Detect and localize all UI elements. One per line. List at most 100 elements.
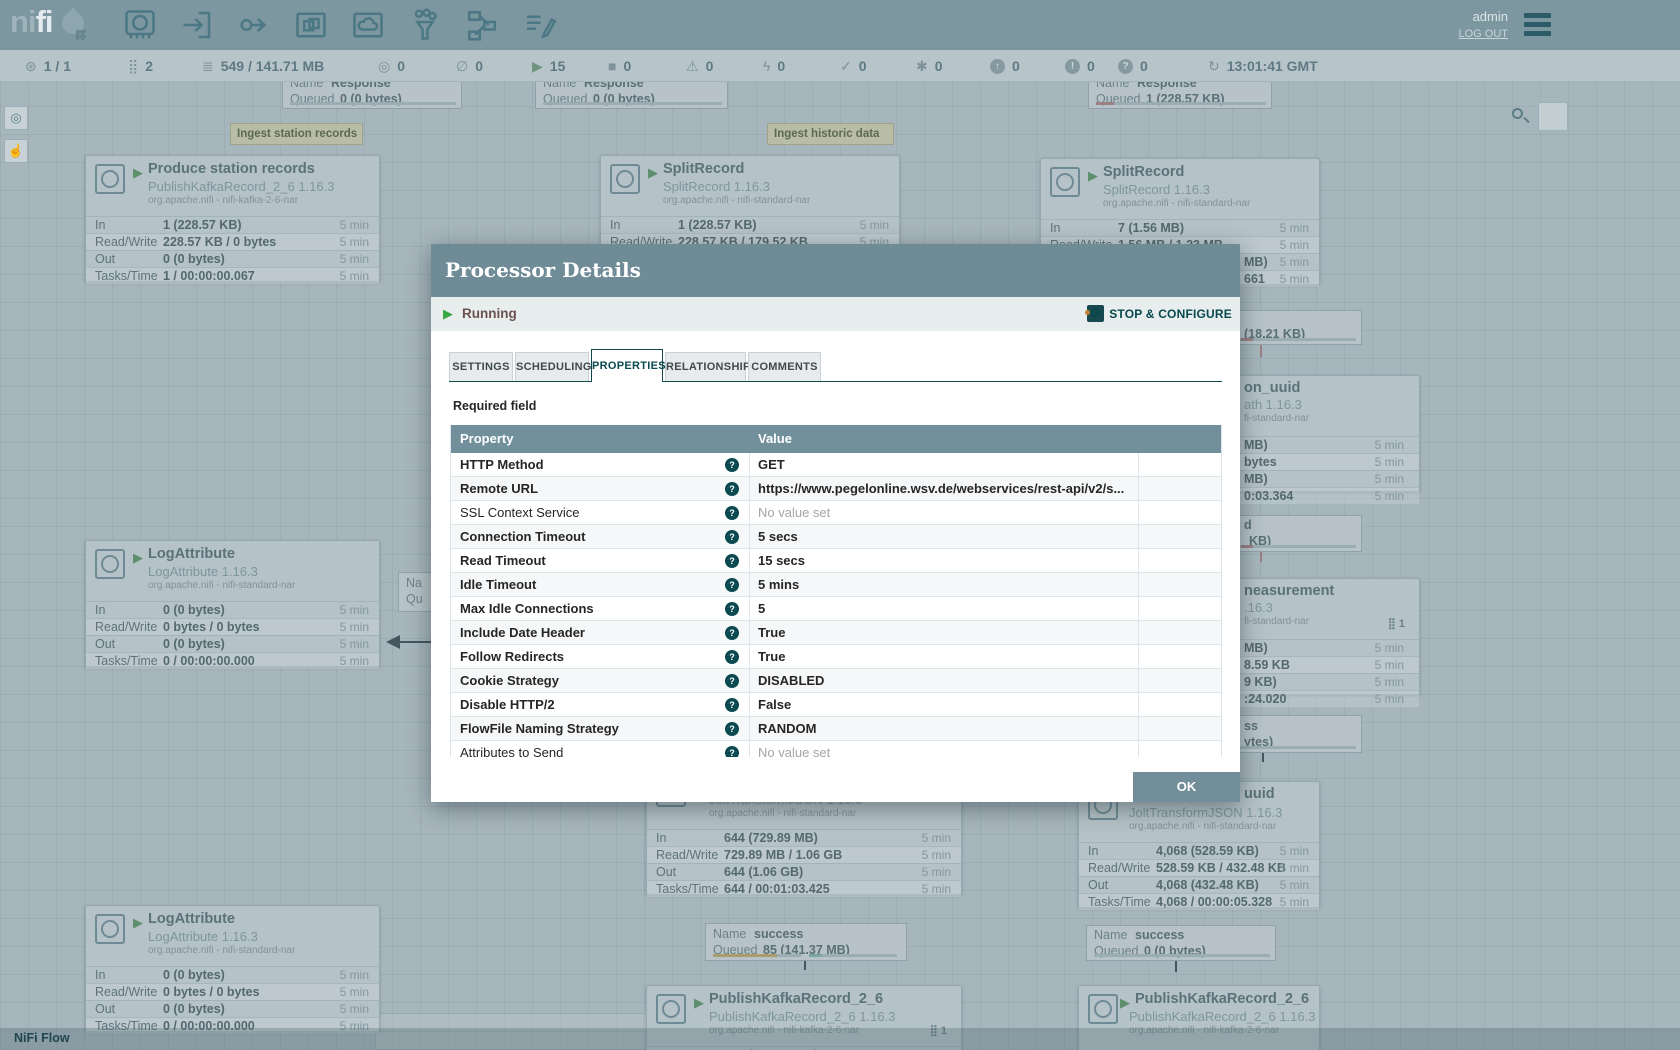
processor-log-attribute-2[interactable]: ▶ LogAttribute LogAttribute 1.16.3 org.a… <box>85 905 380 1032</box>
property-name: Max Idle Connections <box>460 597 594 620</box>
active-threads-badge: ⣿ 1 <box>1388 617 1405 630</box>
status-invalid: ⚠0 <box>686 50 713 82</box>
property-help-icon[interactable]: ? <box>725 506 739 520</box>
status-disabled: ϟ0 <box>763 50 785 82</box>
property-name: Remote URL <box>460 477 538 500</box>
input-port-tool-icon[interactable] <box>179 7 215 43</box>
property-value: No value set <box>758 741 830 757</box>
property-row: FlowFile Naming Strategy?RANDOM <box>451 717 1221 741</box>
stat-row: In7 (1.56 MB)5 min <box>1041 219 1319 236</box>
property-row: Include Date Header?True <box>451 621 1221 645</box>
running-status-icon: ▶ <box>133 165 143 181</box>
property-help-icon[interactable]: ? <box>725 746 739 757</box>
property-value: GET <box>758 453 785 476</box>
stat-row: Tasks/Time0 / 00:00:00.0005 min <box>86 652 379 669</box>
stat-row: Out0 (0 bytes)5 min <box>86 250 379 267</box>
dialog-header: Processor Details <box>431 244 1240 297</box>
processor-log-attribute[interactable]: ▶ LogAttribute LogAttribute 1.16.3 org.a… <box>85 540 380 667</box>
refresh-icon[interactable]: ↻ <box>1208 58 1220 75</box>
logout-link[interactable]: LOG OUT <box>1458 28 1508 40</box>
status-value: 0 <box>475 58 483 74</box>
required-field-note: Required field <box>453 399 536 413</box>
property-help-icon[interactable]: ? <box>725 458 739 472</box>
queued-icon: ≣ <box>202 58 214 75</box>
property-row: Read Timeout?15 secs <box>451 549 1221 573</box>
stat-row: In1 (228.57 KB)5 min <box>86 216 379 233</box>
template-tool-icon[interactable] <box>464 7 500 43</box>
processor-produce-station-records[interactable]: ▶ Produce station records PublishKafkaRe… <box>85 155 380 282</box>
process-group-tool-icon[interactable] <box>293 7 329 43</box>
birdseye-toggle-button[interactable] <box>1538 102 1568 131</box>
global-menu-icon[interactable] <box>1524 13 1551 40</box>
invalid-icon: ⚠ <box>686 58 699 75</box>
status-stale: ↑0 <box>990 50 1020 82</box>
tab-properties[interactable]: PROPERTIES <box>591 349 663 382</box>
property-help-icon[interactable]: ? <box>725 722 739 736</box>
canvas-label-ingest-station[interactable]: Ingest station records <box>230 123 363 145</box>
status-value: 0 <box>706 58 714 74</box>
tab-comments[interactable]: COMMENTS <box>748 352 821 381</box>
property-row: Max Idle Connections?5 <box>451 597 1221 621</box>
properties-table: Property Value HTTP Method?GETRemote URL… <box>450 425 1222 757</box>
funnel-tool-icon[interactable] <box>407 7 443 43</box>
property-help-icon[interactable]: ? <box>725 482 739 496</box>
processor-run-status: Running <box>462 306 517 321</box>
status-value: 0 <box>859 58 867 74</box>
remote-process-group-tool-icon[interactable] <box>350 7 386 43</box>
component-toolbar <box>122 7 557 43</box>
running-status-icon: ▶ <box>1088 168 1098 184</box>
status-locally-modified: ✱0 <box>916 50 943 82</box>
running-status-icon: ▶ <box>443 306 453 322</box>
processor-icon <box>1088 994 1118 1024</box>
search-icon[interactable] <box>1512 108 1529 125</box>
property-value: False <box>758 693 791 716</box>
stat-row: Out0 (0 bytes)5 min <box>86 1000 379 1017</box>
stat-row: In0 (0 bytes)5 min <box>86 601 379 618</box>
stale-icon: ↑ <box>990 59 1005 74</box>
stop-and-configure-button[interactable]: ⚙ STOP & CONFIGURE <box>1087 305 1232 322</box>
label-tool-icon[interactable] <box>521 7 557 43</box>
transmitting-icon: ◎ <box>378 58 390 75</box>
stat-row: Read/Write0 bytes / 0 bytes5 min <box>86 983 379 1000</box>
tab-relationships[interactable]: RELATIONSHIPS <box>665 352 746 381</box>
navigate-palette-icon[interactable]: ◎ <box>4 106 28 130</box>
property-help-icon[interactable]: ? <box>725 698 739 712</box>
property-name: FlowFile Naming Strategy <box>460 717 619 740</box>
tab-scheduling[interactable]: SCHEDULING <box>515 352 589 381</box>
last-refresh[interactable]: ↻ 13:01:41 GMT <box>1208 50 1318 82</box>
output-port-tool-icon[interactable] <box>236 7 272 43</box>
property-row: Disable HTTP/2?False <box>451 693 1221 717</box>
property-help-icon[interactable]: ? <box>725 674 739 688</box>
processor-icon <box>656 994 686 1024</box>
property-row: Cookie Strategy?DISABLED <box>451 669 1221 693</box>
property-name: Read Timeout <box>460 549 546 572</box>
processor-tool-icon[interactable] <box>122 7 158 43</box>
processor-icon <box>1050 167 1080 197</box>
connection-label[interactable]: Namesuccess Queued0 (0 bytes) <box>1086 925 1276 961</box>
canvas-label-ingest-historic[interactable]: Ingest historic data <box>767 123 894 145</box>
status-value: 0 <box>1087 58 1095 74</box>
tab-settings[interactable]: SETTINGS <box>449 352 513 381</box>
cluster-nodes-icon: ⊛ <box>25 58 37 75</box>
dialog-status-bar: ▶ Running ⚙ STOP & CONFIGURE <box>431 297 1240 331</box>
connection-label[interactable]: Na Qu <box>398 572 432 612</box>
property-help-icon[interactable]: ? <box>725 578 739 592</box>
status-locally-modified-stale: !0 <box>1065 50 1095 82</box>
property-name: SSL Context Service <box>460 501 579 524</box>
ok-button[interactable]: OK <box>1133 772 1240 802</box>
status-stopped: ■0 <box>608 50 631 82</box>
processor-icon <box>95 914 125 944</box>
status-value: 15 <box>550 58 566 74</box>
property-help-icon[interactable]: ? <box>725 530 739 544</box>
stat-row: Tasks/Time4,068 / 00:00:05.3285 min <box>1079 893 1319 910</box>
breadcrumb[interactable]: NiFi Flow <box>14 1031 70 1045</box>
property-help-icon[interactable]: ? <box>725 626 739 640</box>
property-row: HTTP Method?GET <box>451 453 1221 477</box>
disabled-icon: ϟ <box>763 58 770 74</box>
property-help-icon[interactable]: ? <box>725 554 739 568</box>
property-help-icon[interactable]: ? <box>725 650 739 664</box>
operate-palette-icon[interactable]: ☝ <box>4 139 28 163</box>
status-queued: ≣549 / 141.71 MB <box>202 50 324 82</box>
property-help-icon[interactable]: ? <box>725 602 739 616</box>
connection-label[interactable]: Namesuccess Queued85 (141.37 MB) <box>705 923 907 961</box>
